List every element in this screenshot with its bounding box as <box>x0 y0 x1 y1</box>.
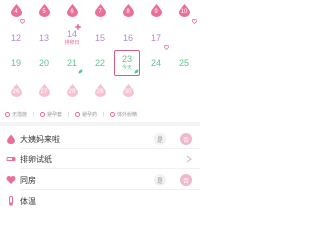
leaf-icon <box>78 69 83 74</box>
thermometer-icon <box>9 196 13 206</box>
day-cell[interactable]: 27 <box>32 80 56 100</box>
record-row-partial[interactable]: 体温 <box>0 191 200 211</box>
day-cell[interactable]: 7 <box>88 0 112 20</box>
chevron-right-icon <box>186 155 192 163</box>
leaf-icon <box>134 69 139 74</box>
calendar-week: 19 20 21 22 23 今天 24 25 <box>0 53 200 73</box>
drop-icon: 6 <box>66 3 78 17</box>
record-row-ovulation-test[interactable]: 排卵试纸 <box>0 149 200 169</box>
day-cell[interactable]: 22 <box>88 53 112 73</box>
drop-icon <box>7 134 15 144</box>
legend-item-pill: 避孕药 <box>75 111 97 118</box>
drop-icon: 7 <box>94 3 106 17</box>
day-cell[interactable]: 30 <box>116 80 140 100</box>
day-cell[interactable]: 6 <box>60 0 84 20</box>
drop-icon: 10 <box>178 3 190 17</box>
record-label: 体温 <box>20 196 36 206</box>
section-divider <box>0 122 200 126</box>
legend-item-withdrawal: 体外射精 <box>110 111 137 118</box>
drop-icon: 8 <box>122 3 134 17</box>
heart-icon <box>164 45 169 50</box>
drop-icon: 26 <box>10 83 22 97</box>
legend-item-condom: 避孕套 <box>40 111 62 118</box>
record-row-intimacy: 同房 是 否 <box>0 170 200 190</box>
calendar-week: 4 5 6 7 8 9 10 <box>0 0 200 20</box>
drop-icon: 27 <box>38 83 50 97</box>
calendar: 4 5 6 7 8 9 10 12 13 14 排卵日 15 16 17 19 … <box>0 0 200 106</box>
day-cell[interactable]: 24 <box>144 53 168 73</box>
day-cell[interactable]: 5 <box>32 0 56 20</box>
day-cell[interactable]: 9 <box>144 0 168 20</box>
record-label: 排卵试纸 <box>20 154 52 164</box>
day-cell[interactable]: 26 <box>4 80 28 100</box>
day-cell[interactable]: 16 <box>116 28 140 48</box>
period-toggle[interactable]: 是 否 <box>154 133 192 145</box>
record-label: 同房 <box>20 175 36 185</box>
contraception-legend: 无措施 避孕套 避孕药 体外射精 <box>0 108 200 120</box>
heart-icon <box>6 176 16 184</box>
day-cell[interactable]: 14 排卵日 <box>60 28 84 48</box>
flower-icon <box>75 24 81 30</box>
heart-icon <box>20 19 25 24</box>
drop-icon: 28 <box>66 83 78 97</box>
yes-button[interactable]: 是 <box>154 133 166 145</box>
legend-divider <box>68 111 70 117</box>
day-cell[interactable]: 19 <box>4 53 28 73</box>
no-button[interactable]: 否 <box>180 133 192 145</box>
heart-icon <box>192 19 197 24</box>
test-strip-icon <box>6 157 16 161</box>
day-cell[interactable]: 25 <box>172 53 196 73</box>
legend-dot-icon <box>40 111 46 117</box>
day-cell[interactable]: 8 <box>116 0 140 20</box>
legend-item-none: 无措施 <box>5 111 27 118</box>
drop-icon: 5 <box>38 3 50 17</box>
day-cell[interactable]: 13 <box>32 28 56 48</box>
intimacy-toggle[interactable]: 是 否 <box>154 174 192 186</box>
row-divider <box>20 168 200 169</box>
legend-dot-icon <box>110 111 116 117</box>
legend-dot-icon <box>5 111 10 117</box>
day-cell[interactable]: 20 <box>32 53 56 73</box>
day-cell[interactable]: 10 <box>172 0 196 20</box>
drop-icon: 29 <box>94 83 106 97</box>
calendar-week: 12 13 14 排卵日 15 16 17 <box>0 28 200 48</box>
legend-dot-icon <box>75 111 81 117</box>
record-label: 大姨妈来啦 <box>20 134 60 144</box>
drop-icon: 4 <box>10 3 22 17</box>
drop-icon: 9 <box>150 3 162 17</box>
day-cell[interactable]: 12 <box>4 28 28 48</box>
day-cell[interactable]: 15 <box>88 28 112 48</box>
legend-divider <box>33 111 35 117</box>
day-cell[interactable]: 29 <box>88 80 112 100</box>
no-button[interactable]: 否 <box>180 174 192 186</box>
day-cell[interactable]: 4 <box>4 0 28 20</box>
drop-icon: 30 <box>122 83 134 97</box>
record-row-period: 大姨妈来啦 是 否 <box>0 129 200 149</box>
legend-divider <box>103 111 105 117</box>
day-cell[interactable]: 28 <box>60 80 84 100</box>
yes-button[interactable]: 是 <box>154 174 166 186</box>
calendar-week: 26 27 28 29 30 <box>0 80 200 100</box>
row-divider <box>20 189 200 190</box>
